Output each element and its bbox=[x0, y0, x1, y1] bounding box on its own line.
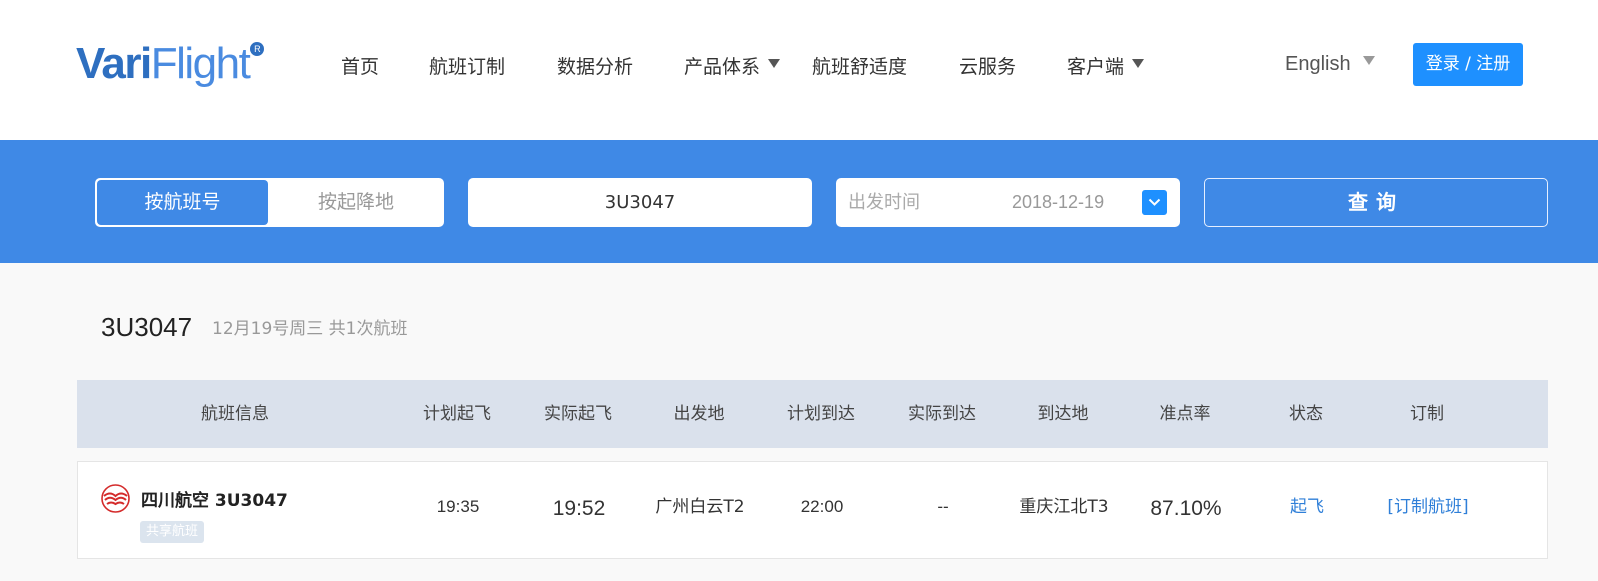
registered-mark: R bbox=[250, 42, 265, 56]
column-header: 航班信息 bbox=[201, 404, 269, 424]
nav-item-cloud-service[interactable]: 云服务 bbox=[959, 52, 1016, 82]
flight-table-header: 航班信息 计划起飞 实际起飞 出发地 计划到达 实际到达 到达地 准点率 状态 … bbox=[77, 380, 1548, 448]
nav-item-data-analysis[interactable]: 数据分析 bbox=[557, 52, 633, 82]
on-time-rate: 87.10% bbox=[1150, 497, 1222, 520]
table-row[interactable]: 四川航空 3U3047 共享航班 19:35 19:52 广州白云T2 22:0… bbox=[77, 461, 1548, 559]
origin-airport: 广州白云T2 bbox=[655, 497, 745, 517]
login-register-button[interactable]: 登录 / 注册 bbox=[1413, 43, 1523, 86]
search-band: 按航班号 按起降地 出发时间 2018-12-19 查询 bbox=[0, 140, 1598, 263]
column-header: 实际到达 bbox=[908, 404, 976, 424]
airline-flight-name[interactable]: 四川航空 3U3047 bbox=[141, 488, 288, 514]
destination-airport: 重庆江北T3 bbox=[1019, 497, 1109, 517]
actual-arrival: -- bbox=[937, 497, 949, 516]
date-label: 出发时间 bbox=[848, 192, 920, 213]
column-header: 订制 bbox=[1410, 404, 1444, 424]
nav-item-client[interactable]: 客户端 bbox=[1067, 52, 1145, 82]
caret-down-icon bbox=[1132, 59, 1145, 68]
column-header: 实际起飞 bbox=[544, 404, 612, 424]
variflight-logo[interactable]: VariFlight R bbox=[76, 38, 265, 90]
scheduled-arrival: 22:00 bbox=[800, 497, 844, 516]
tab-by-flight-number[interactable]: 按航班号 bbox=[97, 180, 268, 225]
column-header: 状态 bbox=[1289, 404, 1323, 424]
column-header: 计划到达 bbox=[787, 404, 855, 424]
flight-number-input[interactable] bbox=[468, 178, 812, 227]
nav-item-flight-subscription[interactable]: 航班订制 bbox=[429, 52, 505, 82]
flight-status: 起飞 bbox=[1290, 497, 1324, 517]
result-flight-number: 3U3047 bbox=[101, 312, 193, 342]
date-value: 2018-12-19 bbox=[1012, 192, 1105, 212]
logo-wordmark: VariFlight bbox=[76, 39, 251, 88]
language-selector[interactable]: English bbox=[1285, 49, 1375, 79]
subscribe-flight-link[interactable]: [订制航班] bbox=[1387, 492, 1468, 522]
column-header: 计划起飞 bbox=[423, 404, 491, 424]
codeshare-badge: 共享航班 bbox=[140, 521, 205, 543]
nav-item-home[interactable]: 首页 bbox=[341, 52, 379, 82]
language-label: English bbox=[1285, 53, 1351, 75]
query-button[interactable]: 查询 bbox=[1204, 178, 1548, 227]
actual-departure: 19:52 bbox=[552, 497, 606, 520]
column-header: 准点率 bbox=[1159, 404, 1211, 424]
result-summary: 12月19号周三 共1次航班 bbox=[212, 319, 408, 339]
departure-date-field[interactable]: 出发时间 2018-12-19 bbox=[836, 178, 1180, 227]
caret-down-icon bbox=[768, 59, 781, 68]
column-header: 出发地 bbox=[673, 404, 725, 424]
column-header: 到达地 bbox=[1037, 404, 1089, 424]
search-mode-toggle: 按航班号 按起降地 bbox=[95, 178, 444, 227]
tab-by-route[interactable]: 按起降地 bbox=[270, 180, 442, 225]
date-dropdown-button[interactable] bbox=[1142, 190, 1167, 215]
scheduled-departure: 19:35 bbox=[436, 497, 480, 516]
chevron-down-icon bbox=[1148, 198, 1161, 206]
nav-item-flight-comfort[interactable]: 航班舒适度 bbox=[812, 52, 907, 82]
caret-down-icon bbox=[1362, 56, 1375, 66]
nav-item-products[interactable]: 产品体系 bbox=[684, 52, 781, 82]
sichuan-airlines-logo-icon bbox=[101, 484, 130, 513]
top-header: VariFlight R 首页 航班订制 数据分析 产品体系 航班舒适度 云服务… bbox=[0, 0, 1598, 140]
